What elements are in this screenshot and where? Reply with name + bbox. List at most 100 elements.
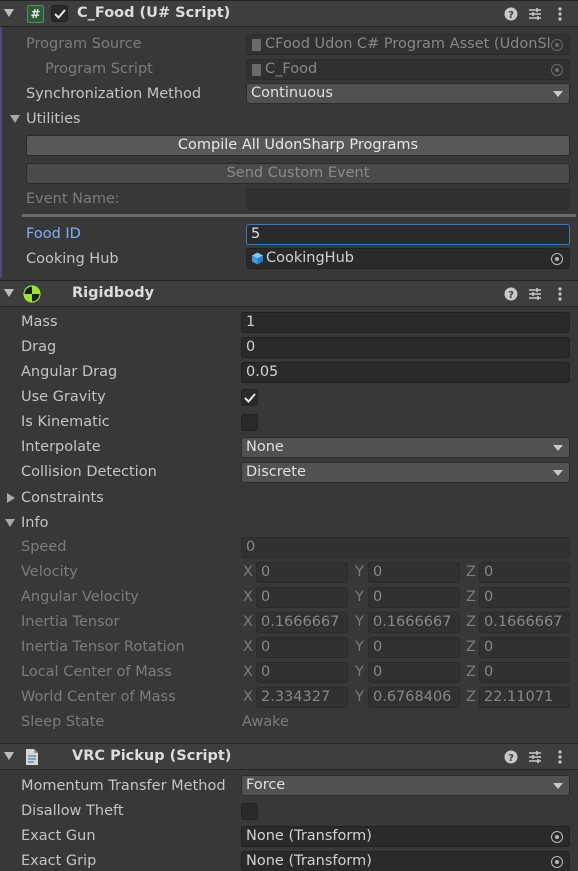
exact-grip-label: Exact Grip	[21, 853, 97, 869]
object-picker-icon[interactable]	[551, 856, 563, 868]
vector-row-label: Angular Velocity	[21, 589, 139, 605]
momentum-transfer-label: Momentum Transfer Method	[21, 778, 226, 794]
svg-text:?: ?	[508, 10, 514, 21]
component-header-rigidbody[interactable]: Rigidbody ?	[0, 280, 578, 307]
cooking-hub-field[interactable]: CookingHub	[246, 248, 570, 269]
help-icon[interactable]: ?	[503, 6, 519, 22]
compile-all-button[interactable]: Compile All UdonSharp Programs	[26, 135, 570, 156]
vector-z-field: 0	[479, 587, 570, 608]
sleep-state-value: Awake	[242, 714, 289, 730]
rigidbody-foldout-icon[interactable]	[4, 289, 14, 297]
speed-field: 0	[241, 537, 570, 558]
vector-x-field: 0	[256, 562, 348, 583]
preset-icon[interactable]	[527, 6, 543, 22]
momentum-transfer-dropdown[interactable]: Force	[241, 775, 570, 796]
more-icon[interactable]	[552, 286, 568, 302]
axis-z-label: Z	[466, 614, 476, 630]
vector-x-field: 2.334327	[256, 687, 348, 708]
exact-gun-label: Exact Gun	[21, 828, 96, 844]
axis-z-label: Z	[466, 639, 476, 655]
udon-enabled-checkbox[interactable]	[51, 5, 68, 22]
vector-row-label: Velocity	[21, 564, 78, 580]
vector-z-field: 0	[479, 562, 570, 583]
cooking-hub-label: Cooking Hub	[26, 251, 119, 267]
vector-y-field: 0.1666667	[368, 612, 460, 633]
preset-icon[interactable]	[527, 749, 543, 765]
use-gravity-checkbox[interactable]	[241, 389, 258, 406]
axis-z-label: Z	[466, 689, 476, 705]
event-name-label: Event Name:	[26, 191, 120, 207]
vector-x-field: 0.1666667	[256, 612, 348, 633]
vector-row-label: Local Center of Mass	[21, 664, 172, 680]
angular-drag-input[interactable]: 0.05	[241, 362, 570, 383]
constraints-label[interactable]: Constraints	[21, 490, 104, 506]
help-icon[interactable]: ?	[503, 286, 519, 302]
svg-text:?: ?	[508, 753, 514, 764]
pickup-foldout-icon[interactable]	[4, 752, 14, 760]
udon-foldout-icon[interactable]	[4, 9, 14, 17]
axis-x-label: X	[243, 564, 253, 580]
cube-icon	[251, 252, 264, 268]
component-header-udon[interactable]: # C_Food (U# Script) ?	[0, 0, 578, 27]
rigidbody-icon	[23, 285, 41, 307]
svg-text:?: ?	[508, 290, 514, 301]
is-kinematic-checkbox[interactable]	[241, 414, 258, 431]
axis-x-label: X	[243, 689, 253, 705]
program-source-field[interactable]: CFood Udon C# Program Asset (UdonSl	[246, 34, 570, 55]
vector-y-field: 0	[368, 662, 460, 683]
constraints-foldout-icon[interactable]	[7, 493, 15, 503]
drag-label: Drag	[21, 339, 57, 355]
info-foldout-icon[interactable]	[5, 519, 15, 527]
script-file-icon	[24, 748, 40, 770]
object-picker-icon[interactable]	[551, 39, 563, 51]
vector-x-field: 0	[256, 637, 348, 658]
disallow-theft-checkbox[interactable]	[241, 803, 258, 820]
component-header-vrc-pickup[interactable]: VRC Pickup (Script) ?	[0, 743, 578, 770]
exact-grip-field[interactable]: None (Transform)	[241, 851, 570, 871]
asset-icon	[252, 39, 261, 51]
more-icon[interactable]	[552, 6, 568, 22]
program-script-field[interactable]: C_Food	[246, 59, 570, 80]
food-id-input[interactable]: 5	[246, 224, 570, 245]
info-label[interactable]: Info	[21, 515, 48, 531]
vrc-pickup-title: VRC Pickup (Script)	[72, 748, 232, 764]
mass-input[interactable]: 1	[241, 312, 570, 333]
vector-row-label: Inertia Tensor	[21, 614, 120, 630]
send-custom-event-button[interactable]: Send Custom Event	[26, 163, 570, 184]
axis-x-label: X	[243, 664, 253, 680]
sync-method-label: Synchronization Method	[26, 86, 202, 102]
vector-y-field: 0.6768406	[368, 687, 460, 708]
more-icon[interactable]	[552, 749, 568, 765]
speed-label: Speed	[21, 539, 67, 555]
vector-y-field: 0	[368, 562, 460, 583]
vector-row-label: World Center of Mass	[21, 689, 176, 705]
object-picker-icon[interactable]	[551, 831, 563, 843]
interpolate-dropdown[interactable]: None	[241, 437, 570, 458]
axis-z-label: Z	[466, 589, 476, 605]
axis-y-label: Y	[355, 589, 364, 605]
utilities-label[interactable]: Utilities	[26, 111, 81, 127]
vector-x-field: 0	[256, 662, 348, 683]
angular-drag-label: Angular Drag	[21, 364, 118, 380]
divider	[22, 214, 576, 217]
axis-y-label: Y	[355, 639, 364, 655]
sync-method-dropdown[interactable]: Continuous	[246, 83, 570, 104]
food-id-label: Food ID	[26, 226, 81, 242]
event-name-field[interactable]	[246, 189, 570, 210]
collision-detection-dropdown[interactable]: Discrete	[241, 462, 570, 483]
object-picker-icon[interactable]	[551, 64, 563, 76]
help-icon[interactable]: ?	[503, 749, 519, 765]
axis-y-label: Y	[355, 689, 364, 705]
vector-x-field: 0	[256, 587, 348, 608]
object-picker-icon[interactable]	[551, 253, 563, 265]
vector-z-field: 0	[479, 662, 570, 683]
disallow-theft-label: Disallow Theft	[21, 803, 124, 819]
preset-icon[interactable]	[527, 286, 543, 302]
udon-title: C_Food (U# Script)	[77, 5, 231, 21]
interpolate-label: Interpolate	[21, 439, 101, 455]
exact-gun-field[interactable]: None (Transform)	[241, 826, 570, 847]
axis-y-label: Y	[355, 564, 364, 580]
drag-input[interactable]: 0	[241, 337, 570, 358]
axis-x-label: X	[243, 639, 253, 655]
utilities-foldout-icon[interactable]	[10, 115, 20, 123]
